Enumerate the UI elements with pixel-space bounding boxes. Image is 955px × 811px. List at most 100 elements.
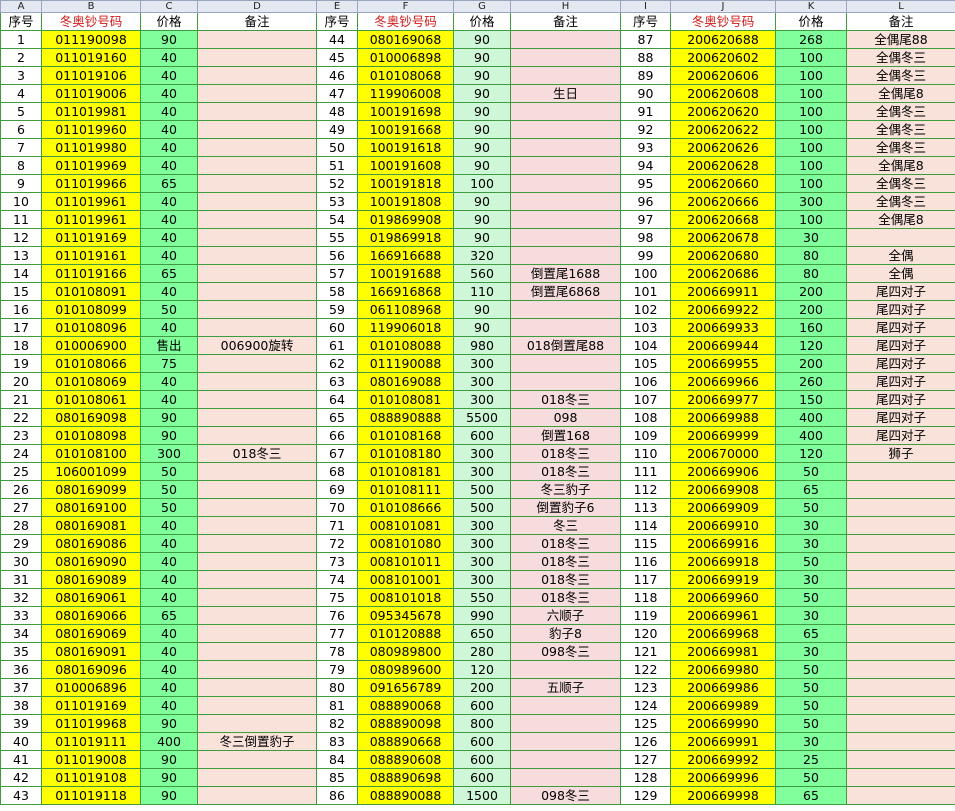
price-cell[interactable]: 100	[775, 84, 847, 103]
banknote-number-cell[interactable]: 200669981	[670, 642, 776, 661]
seq-cell[interactable]: 110	[620, 444, 671, 463]
price-cell[interactable]: 25	[775, 750, 847, 769]
banknote-number-cell[interactable]: 080989800	[357, 642, 454, 661]
column-header[interactable]: L	[846, 0, 955, 13]
note-cell[interactable]	[197, 192, 317, 211]
price-cell[interactable]: 600	[453, 426, 511, 445]
seq-cell[interactable]: 61	[316, 336, 358, 355]
price-cell[interactable]: 50	[775, 714, 847, 733]
header-cell[interactable]: 备注	[510, 12, 621, 31]
note-cell[interactable]	[197, 228, 317, 247]
note-cell[interactable]	[510, 300, 621, 319]
seq-cell[interactable]: 70	[316, 498, 358, 517]
banknote-number-cell[interactable]: 011019960	[41, 120, 141, 139]
note-cell[interactable]	[197, 516, 317, 535]
note-cell[interactable]	[197, 480, 317, 499]
seq-cell[interactable]: 24	[0, 444, 42, 463]
banknote-number-cell[interactable]: 011190088	[357, 354, 454, 373]
price-cell[interactable]: 40	[140, 516, 198, 535]
seq-cell[interactable]: 124	[620, 696, 671, 715]
seq-cell[interactable]: 45	[316, 48, 358, 67]
banknote-number-cell[interactable]: 200620680	[670, 246, 776, 265]
banknote-number-cell[interactable]: 100191688	[357, 264, 454, 283]
column-header[interactable]: K	[775, 0, 847, 13]
seq-cell[interactable]: 74	[316, 570, 358, 589]
seq-cell[interactable]: 36	[0, 660, 42, 679]
banknote-number-cell[interactable]: 200669906	[670, 462, 776, 481]
price-cell[interactable]: 300	[453, 570, 511, 589]
price-cell[interactable]: 120	[775, 336, 847, 355]
price-cell[interactable]: 40	[140, 660, 198, 679]
price-cell[interactable]: 260	[775, 372, 847, 391]
price-cell[interactable]: 90	[453, 318, 511, 337]
note-cell[interactable]	[510, 714, 621, 733]
seq-cell[interactable]: 75	[316, 588, 358, 607]
note-cell[interactable]	[197, 264, 317, 283]
price-cell[interactable]: 50	[775, 660, 847, 679]
banknote-number-cell[interactable]: 011019981	[41, 102, 141, 121]
banknote-number-cell[interactable]: 010108066	[41, 354, 141, 373]
note-cell[interactable]	[510, 210, 621, 229]
price-cell[interactable]: 65	[775, 624, 847, 643]
note-cell[interactable]	[510, 696, 621, 715]
column-header[interactable]: D	[197, 0, 317, 13]
note-cell[interactable]: 006900旋转	[197, 336, 317, 355]
seq-cell[interactable]: 7	[0, 138, 42, 157]
banknote-number-cell[interactable]: 200669911	[670, 282, 776, 301]
banknote-number-cell[interactable]: 010108088	[357, 336, 454, 355]
banknote-number-cell[interactable]: 200669980	[670, 660, 776, 679]
price-cell[interactable]: 40	[140, 570, 198, 589]
price-cell[interactable]: 400	[775, 408, 847, 427]
price-cell[interactable]: 65	[775, 480, 847, 499]
header-cell[interactable]: 序号	[620, 12, 671, 31]
note-cell[interactable]: 尾四对子	[846, 336, 955, 355]
banknote-number-cell[interactable]: 200669944	[670, 336, 776, 355]
seq-cell[interactable]: 114	[620, 516, 671, 535]
price-cell[interactable]: 268	[775, 30, 847, 49]
banknote-number-cell[interactable]: 011190098	[41, 30, 141, 49]
seq-cell[interactable]: 47	[316, 84, 358, 103]
price-cell[interactable]: 90	[453, 30, 511, 49]
banknote-number-cell[interactable]: 010006898	[357, 48, 454, 67]
seq-cell[interactable]: 71	[316, 516, 358, 535]
note-cell[interactable]	[197, 552, 317, 571]
price-cell[interactable]: 90	[453, 48, 511, 67]
banknote-number-cell[interactable]: 080169091	[41, 642, 141, 661]
seq-cell[interactable]: 42	[0, 768, 42, 787]
banknote-number-cell[interactable]: 011019006	[41, 84, 141, 103]
note-cell[interactable]	[197, 318, 317, 337]
price-cell[interactable]: 40	[140, 228, 198, 247]
note-cell[interactable]	[510, 318, 621, 337]
note-cell[interactable]	[197, 606, 317, 625]
note-cell[interactable]	[510, 66, 621, 85]
banknote-number-cell[interactable]: 010108099	[41, 300, 141, 319]
note-cell[interactable]	[846, 750, 955, 769]
banknote-number-cell[interactable]: 200669998	[670, 786, 776, 805]
banknote-number-cell[interactable]: 200620626	[670, 138, 776, 157]
banknote-number-cell[interactable]: 010108666	[357, 498, 454, 517]
price-cell[interactable]: 5500	[453, 408, 511, 427]
price-cell[interactable]: 90	[453, 300, 511, 319]
seq-cell[interactable]: 8	[0, 156, 42, 175]
note-cell[interactable]	[197, 372, 317, 391]
banknote-number-cell[interactable]: 010108168	[357, 426, 454, 445]
price-cell[interactable]: 280	[453, 642, 511, 661]
banknote-number-cell[interactable]: 011019166	[41, 264, 141, 283]
price-cell[interactable]: 65	[140, 264, 198, 283]
banknote-number-cell[interactable]: 100191668	[357, 120, 454, 139]
banknote-number-cell[interactable]: 200669960	[670, 588, 776, 607]
banknote-number-cell[interactable]: 106001099	[41, 462, 141, 481]
price-cell[interactable]: 150	[775, 390, 847, 409]
seq-cell[interactable]: 16	[0, 300, 42, 319]
price-cell[interactable]: 300	[140, 444, 198, 463]
note-cell[interactable]: 狮子	[846, 444, 955, 463]
price-cell[interactable]: 30	[775, 570, 847, 589]
note-cell[interactable]: 全偶冬三	[846, 192, 955, 211]
banknote-number-cell[interactable]: 200669996	[670, 768, 776, 787]
note-cell[interactable]	[846, 228, 955, 247]
price-cell[interactable]: 65	[140, 174, 198, 193]
banknote-number-cell[interactable]: 091656789	[357, 678, 454, 697]
banknote-number-cell[interactable]: 200669908	[670, 480, 776, 499]
note-cell[interactable]	[846, 498, 955, 517]
seq-cell[interactable]: 108	[620, 408, 671, 427]
